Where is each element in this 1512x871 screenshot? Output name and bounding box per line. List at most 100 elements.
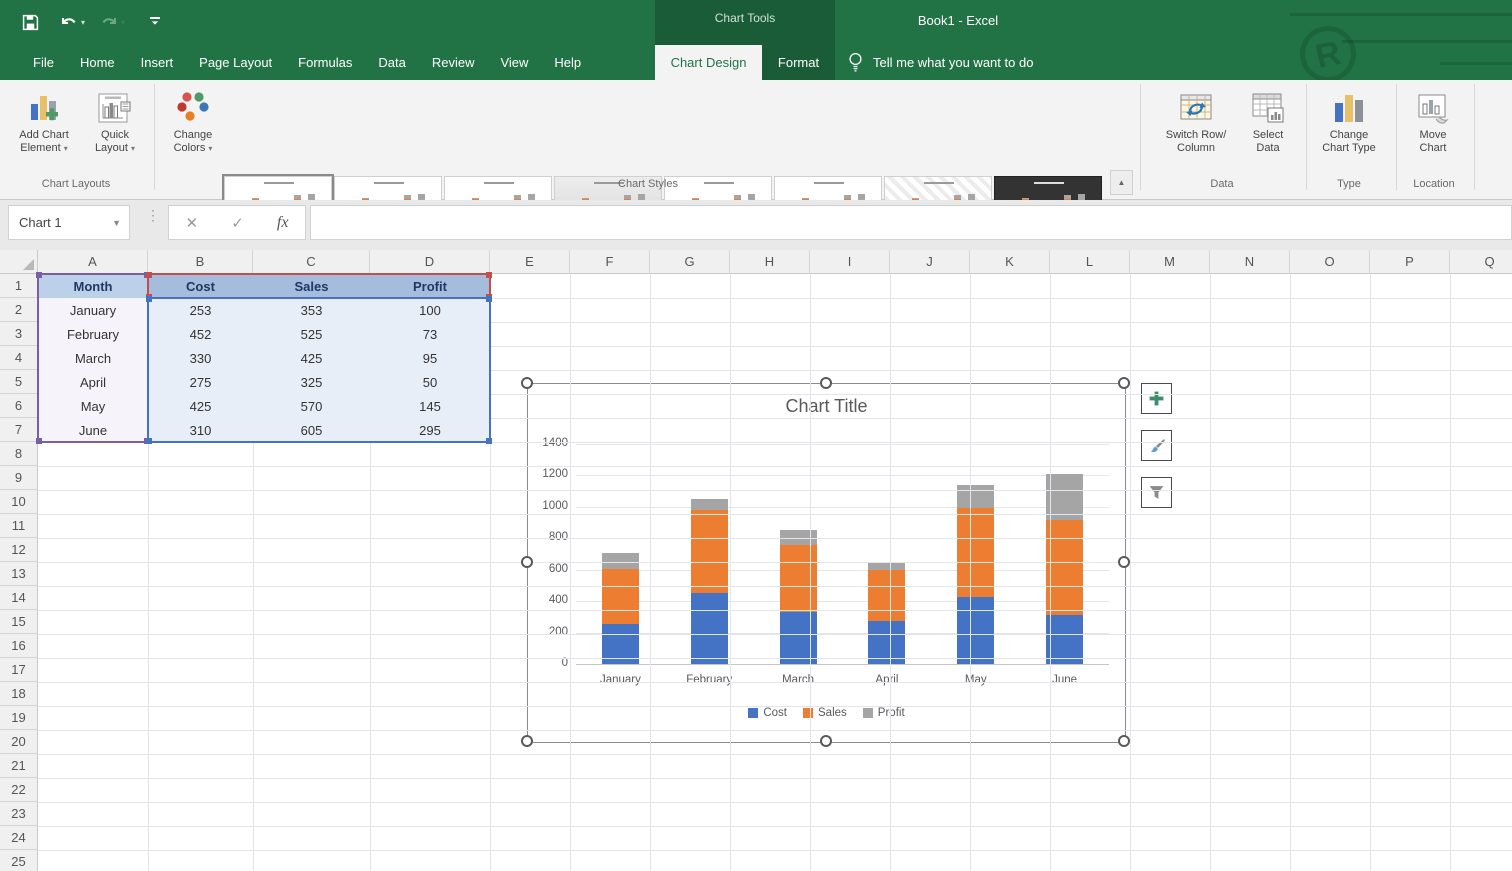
bar-segment-sales[interactable] bbox=[957, 508, 994, 598]
bar-segment-sales[interactable] bbox=[868, 570, 905, 621]
column-header[interactable]: A bbox=[38, 250, 148, 274]
table-cell[interactable]: 325 bbox=[253, 370, 370, 394]
table-cell[interactable]: 73 bbox=[370, 322, 490, 346]
table-cell[interactable]: 50 bbox=[370, 370, 490, 394]
table-cell[interactable]: 295 bbox=[370, 418, 490, 442]
legend-item[interactable]: Cost bbox=[748, 707, 787, 719]
name-box[interactable]: Chart 1 ▼ bbox=[8, 205, 130, 240]
row-header[interactable]: 16 bbox=[0, 634, 38, 658]
column-header[interactable]: D bbox=[370, 250, 490, 274]
confirm-entry-icon[interactable]: ✓ bbox=[231, 214, 244, 232]
table-cell[interactable]: 570 bbox=[253, 394, 370, 418]
bar-segment-profit[interactable] bbox=[691, 499, 728, 510]
row-header[interactable]: 18 bbox=[0, 682, 38, 706]
tab-view[interactable]: View bbox=[487, 45, 541, 80]
table-cell[interactable]: April bbox=[38, 370, 148, 394]
column-header[interactable]: C bbox=[253, 250, 370, 274]
chart-resize-handle[interactable] bbox=[521, 556, 533, 568]
column-header[interactable]: H bbox=[730, 250, 810, 274]
row-header[interactable]: 22 bbox=[0, 778, 38, 802]
table-cell[interactable]: January bbox=[38, 298, 148, 322]
chart-elements-button[interactable] bbox=[1141, 383, 1172, 414]
row-header[interactable]: 3 bbox=[0, 322, 38, 346]
chart-title[interactable]: Chart Title bbox=[528, 396, 1125, 417]
table-cell[interactable]: May bbox=[38, 394, 148, 418]
save-icon[interactable] bbox=[22, 14, 39, 31]
row-header[interactable]: 7 bbox=[0, 418, 38, 442]
change-colors-button[interactable]: Change Colors ▾ bbox=[160, 86, 226, 174]
bar-segment-cost[interactable] bbox=[780, 612, 817, 664]
insert-function-icon[interactable]: fx bbox=[277, 214, 289, 232]
name-box-caret-icon[interactable]: ▼ bbox=[112, 218, 121, 228]
row-header[interactable]: 2 bbox=[0, 298, 38, 322]
row-header[interactable]: 6 bbox=[0, 394, 38, 418]
select-all-corner[interactable] bbox=[0, 250, 38, 274]
row-header[interactable]: 10 bbox=[0, 490, 38, 514]
chart-resize-handle[interactable] bbox=[1118, 377, 1130, 389]
row-header[interactable]: 20 bbox=[0, 730, 38, 754]
column-header[interactable]: B bbox=[148, 250, 253, 274]
row-header[interactable]: 14 bbox=[0, 586, 38, 610]
row-header[interactable]: 15 bbox=[0, 610, 38, 634]
tab-data[interactable]: Data bbox=[365, 45, 418, 80]
chart-resize-handle[interactable] bbox=[521, 735, 533, 747]
change-chart-type-button[interactable]: Change Chart Type bbox=[1310, 86, 1388, 174]
bar-segment-sales[interactable] bbox=[1046, 520, 1083, 615]
tab-chart-design-active[interactable]: Chart Design bbox=[655, 45, 762, 80]
chart-styles-button[interactable] bbox=[1141, 430, 1172, 461]
bar-segment-profit[interactable] bbox=[957, 485, 994, 508]
row-header[interactable]: 8 bbox=[0, 442, 38, 466]
tab-review[interactable]: Review bbox=[419, 45, 488, 80]
table-cell[interactable]: 275 bbox=[148, 370, 253, 394]
tell-me-box[interactable]: Tell me what you want to do bbox=[848, 45, 1033, 80]
select-data-button[interactable]: Select Data bbox=[1240, 86, 1296, 174]
column-header[interactable]: N bbox=[1210, 250, 1290, 274]
legend-item[interactable]: Profit bbox=[863, 707, 905, 719]
chart-legend[interactable]: CostSalesProfit bbox=[528, 707, 1125, 719]
table-cell[interactable]: June bbox=[38, 418, 148, 442]
table-cell[interactable]: March bbox=[38, 346, 148, 370]
chart-resize-handle[interactable] bbox=[820, 377, 832, 389]
bar-segment-sales[interactable] bbox=[780, 545, 817, 612]
table-cell[interactable]: 525 bbox=[253, 322, 370, 346]
row-header[interactable]: 25 bbox=[0, 850, 38, 871]
row-header[interactable]: 11 bbox=[0, 514, 38, 538]
table-cell[interactable]: 425 bbox=[253, 346, 370, 370]
spreadsheet-grid[interactable]: Chart Title CostSalesProfit 020040060080… bbox=[0, 250, 1512, 871]
add-chart-element-button[interactable]: Add Chart Element ▾ bbox=[6, 86, 82, 174]
row-header[interactable]: 4 bbox=[0, 346, 38, 370]
bar-segment-cost[interactable] bbox=[691, 593, 728, 664]
table-cell[interactable]: 330 bbox=[148, 346, 253, 370]
tab-file[interactable]: File bbox=[20, 45, 67, 80]
row-header[interactable]: 1 bbox=[0, 274, 38, 298]
row-header[interactable]: 17 bbox=[0, 658, 38, 682]
chart-resize-handle[interactable] bbox=[1118, 556, 1130, 568]
column-header[interactable]: G bbox=[650, 250, 730, 274]
row-header[interactable]: 5 bbox=[0, 370, 38, 394]
row-header[interactable]: 12 bbox=[0, 538, 38, 562]
tab-insert[interactable]: Insert bbox=[128, 45, 187, 80]
chart-filters-button[interactable] bbox=[1141, 477, 1172, 508]
bar-segment-cost[interactable] bbox=[957, 597, 994, 664]
column-header[interactable]: P bbox=[1370, 250, 1450, 274]
tab-format[interactable]: Format bbox=[762, 45, 835, 80]
cancel-entry-icon[interactable]: ✕ bbox=[186, 214, 199, 232]
table-cell[interactable]: 452 bbox=[148, 322, 253, 346]
tab-formulas[interactable]: Formulas bbox=[285, 45, 365, 80]
row-header[interactable]: 24 bbox=[0, 826, 38, 850]
table-cell[interactable]: 605 bbox=[253, 418, 370, 442]
undo-caret-icon[interactable]: ▾ bbox=[81, 18, 85, 27]
row-header[interactable]: 13 bbox=[0, 562, 38, 586]
gallery-scroll-up-button[interactable]: ▲ bbox=[1110, 170, 1133, 195]
bar-segment-sales[interactable] bbox=[602, 569, 639, 624]
formula-bar-grip[interactable]: ⋮ bbox=[146, 212, 160, 219]
bar-segment-profit[interactable] bbox=[602, 553, 639, 569]
chart-resize-handle[interactable] bbox=[820, 735, 832, 747]
switch-row-column-button[interactable]: Switch Row/ Column bbox=[1150, 86, 1242, 174]
row-header[interactable]: 19 bbox=[0, 706, 38, 730]
column-header[interactable]: F bbox=[570, 250, 650, 274]
table-cell[interactable]: February bbox=[38, 322, 148, 346]
tab-home[interactable]: Home bbox=[67, 45, 128, 80]
table-cell[interactable]: 310 bbox=[148, 418, 253, 442]
table-cell[interactable]: 100 bbox=[370, 298, 490, 322]
